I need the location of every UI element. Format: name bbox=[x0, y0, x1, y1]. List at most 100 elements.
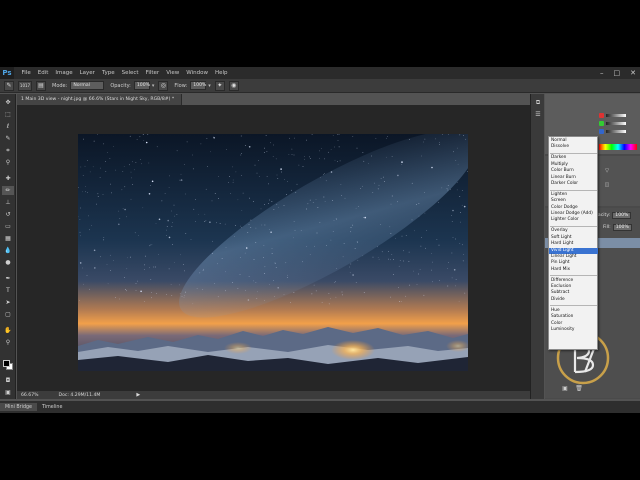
star bbox=[93, 140, 95, 142]
star bbox=[172, 244, 173, 246]
foreground-color-swatch[interactable] bbox=[3, 360, 10, 367]
star bbox=[237, 199, 239, 201]
menu-layer[interactable]: Layer bbox=[76, 70, 98, 76]
opacity-dropdown-icon[interactable]: ▾ bbox=[152, 83, 155, 89]
red-slider[interactable] bbox=[599, 112, 639, 118]
star bbox=[463, 135, 464, 136]
image-canvas[interactable] bbox=[78, 134, 468, 371]
tab-timeline[interactable]: Timeline bbox=[37, 403, 67, 411]
star bbox=[399, 259, 401, 261]
menu-window[interactable]: Window bbox=[183, 70, 212, 76]
menu-image[interactable]: Image bbox=[52, 70, 76, 76]
zoom-level[interactable]: 66.67% bbox=[21, 393, 39, 398]
star bbox=[263, 152, 265, 153]
zoom-icon[interactable]: ⚲ bbox=[2, 338, 14, 347]
gradient-icon[interactable]: ▦ bbox=[2, 234, 14, 243]
mode-label: Mode: bbox=[52, 82, 68, 89]
flow-input[interactable]: 100% bbox=[190, 81, 206, 90]
star bbox=[176, 214, 178, 215]
star bbox=[107, 283, 109, 285]
red-slider-track[interactable] bbox=[606, 113, 626, 117]
lasso-icon[interactable]: ℓ bbox=[2, 122, 14, 131]
green-slider[interactable] bbox=[599, 120, 639, 126]
pen-icon[interactable]: ✒ bbox=[2, 274, 14, 283]
properties-panel-icon[interactable]: ☰ bbox=[532, 110, 544, 119]
brush-icon[interactable]: ✏ bbox=[2, 186, 14, 195]
star bbox=[459, 196, 461, 197]
eraser-icon[interactable]: ▭ bbox=[2, 222, 14, 231]
maximize-button[interactable]: □ bbox=[614, 69, 621, 77]
quick-mask-icon[interactable]: ◘ bbox=[2, 376, 14, 385]
star bbox=[344, 197, 346, 199]
type-icon[interactable]: T bbox=[2, 286, 14, 295]
hand-icon[interactable]: ✋ bbox=[2, 326, 14, 335]
blend-mode-dropdown[interactable]: Normal Dissolve Darken Multiply Color Burn Li… bbox=[548, 136, 598, 350]
star bbox=[82, 191, 83, 193]
color-swatches[interactable] bbox=[3, 360, 13, 370]
menu-type[interactable]: Type bbox=[98, 70, 118, 76]
menu-file[interactable]: File bbox=[18, 70, 34, 76]
menu-select[interactable]: Select bbox=[118, 70, 142, 76]
brush-preset-icon[interactable]: ✎ bbox=[4, 80, 14, 91]
star bbox=[401, 235, 403, 237]
minimize-button[interactable]: – bbox=[600, 69, 604, 77]
star bbox=[79, 262, 82, 264]
blend-mode-option[interactable]: Dissolve bbox=[549, 144, 598, 150]
shape-icon[interactable]: ▢ bbox=[2, 310, 14, 319]
blur-icon[interactable]: 💧 bbox=[2, 246, 14, 255]
pressure-size-icon[interactable]: ◉ bbox=[228, 80, 239, 91]
star bbox=[212, 240, 213, 242]
star bbox=[290, 301, 291, 303]
mode-select[interactable]: Normal bbox=[70, 81, 105, 90]
brush-size-picker[interactable]: 1017 bbox=[18, 80, 32, 91]
star bbox=[378, 258, 380, 260]
star bbox=[341, 294, 343, 296]
green-slider-track[interactable] bbox=[606, 121, 626, 125]
menu-help[interactable]: Help bbox=[211, 70, 231, 76]
blend-mode-option[interactable]: Divide bbox=[549, 297, 598, 303]
move-icon[interactable]: ✥ bbox=[2, 98, 14, 107]
star bbox=[339, 160, 341, 162]
color-spectrum[interactable] bbox=[599, 144, 637, 150]
tab-mini-bridge[interactable]: Mini Bridge bbox=[0, 403, 38, 411]
layer-fill-input[interactable]: 100% bbox=[612, 224, 632, 231]
close-button[interactable]: ✕ bbox=[630, 69, 636, 77]
levels-icon[interactable]: ◫ bbox=[601, 180, 613, 189]
pressure-opacity-icon[interactable]: ◎ bbox=[158, 80, 169, 91]
layer-opacity-input[interactable]: 100% bbox=[612, 212, 632, 219]
flow-label: Flow: bbox=[174, 82, 188, 89]
eyedropper-icon[interactable]: ⚲ bbox=[2, 158, 14, 167]
star bbox=[435, 138, 437, 140]
flow-dropdown-icon[interactable]: ▾ bbox=[208, 83, 211, 89]
star bbox=[389, 226, 391, 228]
marquee-icon[interactable]: ⬚ bbox=[2, 110, 14, 119]
blue-slider[interactable] bbox=[599, 128, 639, 134]
star bbox=[166, 234, 167, 236]
history-brush-icon[interactable]: ↺ bbox=[2, 210, 14, 219]
blend-mode-option[interactable]: Lighter Color bbox=[549, 217, 598, 223]
document-tab[interactable]: 1 Main 3D view - night.jpg @ 66.6% (Star… bbox=[17, 94, 182, 105]
star bbox=[245, 145, 247, 146]
airbrush-icon[interactable]: ✦ bbox=[214, 80, 225, 91]
opacity-input[interactable]: 100% bbox=[133, 81, 150, 90]
gradient-map-icon[interactable]: ▽ bbox=[601, 166, 613, 175]
stamp-icon[interactable]: ⊥ bbox=[2, 198, 14, 207]
document-area bbox=[17, 105, 530, 391]
crop-icon[interactable]: ⌗ bbox=[2, 146, 14, 155]
healing-icon[interactable]: ✚ bbox=[2, 174, 14, 183]
dodge-icon[interactable]: ● bbox=[2, 258, 14, 267]
menu-filter[interactable]: Filter bbox=[142, 70, 163, 76]
menu-edit[interactable]: Edit bbox=[34, 70, 52, 76]
star bbox=[254, 164, 256, 166]
menu-view[interactable]: View bbox=[163, 70, 183, 76]
brush-panel-icon[interactable]: ▤ bbox=[36, 80, 46, 91]
blend-mode-option[interactable]: Hard Mix bbox=[549, 267, 598, 273]
path-select-icon[interactable]: ➤ bbox=[2, 298, 14, 307]
history-panel-icon[interactable]: ⧉ bbox=[532, 98, 544, 107]
screen-mode-icon[interactable]: ▣ bbox=[2, 388, 14, 397]
status-menu-icon[interactable]: ▶ bbox=[136, 392, 140, 398]
blend-mode-option[interactable]: Luminosity bbox=[549, 327, 598, 333]
blue-slider-track[interactable] bbox=[606, 129, 626, 133]
blend-mode-option[interactable]: Darker Color bbox=[549, 181, 598, 187]
quick-select-icon[interactable]: ✎ bbox=[2, 134, 14, 143]
